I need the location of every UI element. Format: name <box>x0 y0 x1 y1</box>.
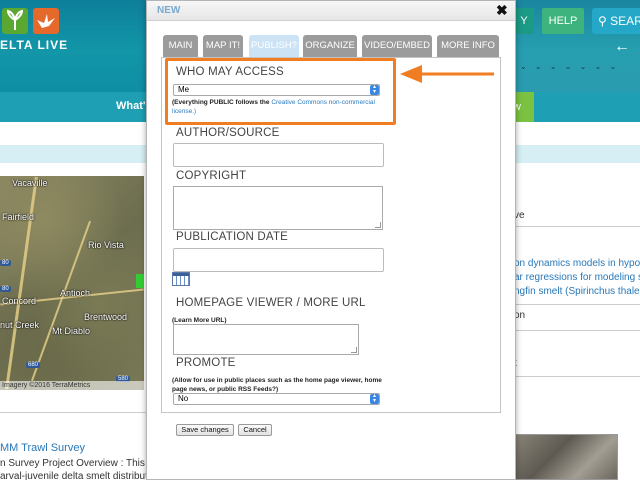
map-highway-shield: 80 <box>0 286 11 292</box>
promote-hint: (Allow for use in public places such as … <box>172 377 382 393</box>
calendar-icon[interactable] <box>172 272 190 286</box>
copyright-textarea[interactable] <box>173 186 383 230</box>
annotation-arrow-icon <box>400 65 494 83</box>
bottom-link[interactable]: MM Trawl Survey <box>0 442 85 454</box>
map-label: Vacaville <box>12 178 48 188</box>
tab-map-it[interactable]: MAP IT! <box>203 35 243 57</box>
promote-value: No <box>178 394 189 403</box>
tab-video-embed[interactable]: VIDEO/EMBED <box>362 35 432 57</box>
tab-publish[interactable]: PUBLISH? <box>249 35 299 57</box>
right-snippet[interactable]: on dynamics models in hypothe <box>514 258 640 269</box>
modal-header: NEW ✖ <box>147 1 515 21</box>
map-label: nut Creek <box>0 320 40 330</box>
right-snippet[interactable]: ar regressions for modeling su <box>514 272 640 283</box>
author-source-input[interactable] <box>173 143 384 167</box>
highlight-box <box>165 58 396 125</box>
promote-label: PROMOTE <box>176 357 236 369</box>
map-credit: Imagery ©2016 TerraMetrics <box>0 381 144 391</box>
publication-date-input[interactable] <box>173 248 384 272</box>
map-label: Antioch <box>60 288 91 298</box>
birds-decoration: ⌄ ⌄ ⌄ ⌄ ⌄ ⌄ ⌄ <box>520 62 620 71</box>
map-label: Mt Diablo <box>52 326 91 336</box>
map-road <box>5 176 38 390</box>
arrow-left-icon[interactable]: ← <box>614 38 630 56</box>
logo-bird-icon[interactable] <box>33 8 59 34</box>
modal-title: NEW <box>157 5 181 16</box>
homepage-url-label: HOMEPAGE VIEWER / MORE URL <box>176 297 366 309</box>
resize-grip[interactable] <box>375 222 381 228</box>
logo-plant-icon[interactable] <box>2 8 28 34</box>
search-icon: ⚲ <box>598 14 607 28</box>
map-label: Rio Vista <box>88 240 124 250</box>
cancel-button[interactable]: Cancel <box>238 424 272 436</box>
divider <box>514 330 640 331</box>
map-highway-shield: 680 <box>26 362 41 368</box>
site-logo-text: ELTA LIVE <box>0 38 69 52</box>
map-marker[interactable] <box>136 274 144 288</box>
divider <box>514 376 640 377</box>
map-view[interactable]: Vacaville Fairfield Rio Vista Concord An… <box>0 176 144 390</box>
map-highway-shield: 80 <box>0 260 11 266</box>
resize-grip[interactable] <box>351 347 357 353</box>
tab-organize[interactable]: ORGANIZE <box>303 35 357 57</box>
help-button[interactable]: HELP <box>542 8 584 34</box>
thumbnail-image[interactable] <box>514 434 618 480</box>
divider <box>514 304 640 305</box>
tab-more-info[interactable]: MORE INFO <box>437 35 499 57</box>
author-source-label: AUTHOR/SOURCE <box>176 127 280 139</box>
search-button[interactable]: ⚲ SEAR <box>592 8 640 34</box>
map-label: Concord <box>2 296 37 306</box>
bottom-text: n Survey Project Overview : This <box>0 458 145 469</box>
save-changes-button[interactable]: Save changes <box>176 424 234 436</box>
search-button-label: SEAR <box>610 14 640 28</box>
divider <box>514 226 640 227</box>
select-arrows-icon: ▴ ▾ <box>370 393 379 404</box>
copyright-label: COPYRIGHT <box>176 170 247 182</box>
map-label: Fairfield <box>2 212 35 222</box>
close-icon[interactable]: ✖ <box>496 2 508 19</box>
tab-main[interactable]: MAIN <box>163 35 198 57</box>
homepage-url-textarea[interactable] <box>173 324 359 355</box>
header-button-y[interactable]: Y <box>514 8 534 34</box>
divider <box>0 412 146 413</box>
publication-date-label: PUBLICATION DATE <box>176 231 289 243</box>
bottom-text: arval-juvenile delta smelt distributi <box>0 471 151 480</box>
promote-select[interactable]: No ▴ ▾ <box>173 393 380 405</box>
right-snippet[interactable]: ngfin smelt (Spirinchus thaleic <box>514 286 640 297</box>
map-label: Brentwood <box>84 312 128 322</box>
